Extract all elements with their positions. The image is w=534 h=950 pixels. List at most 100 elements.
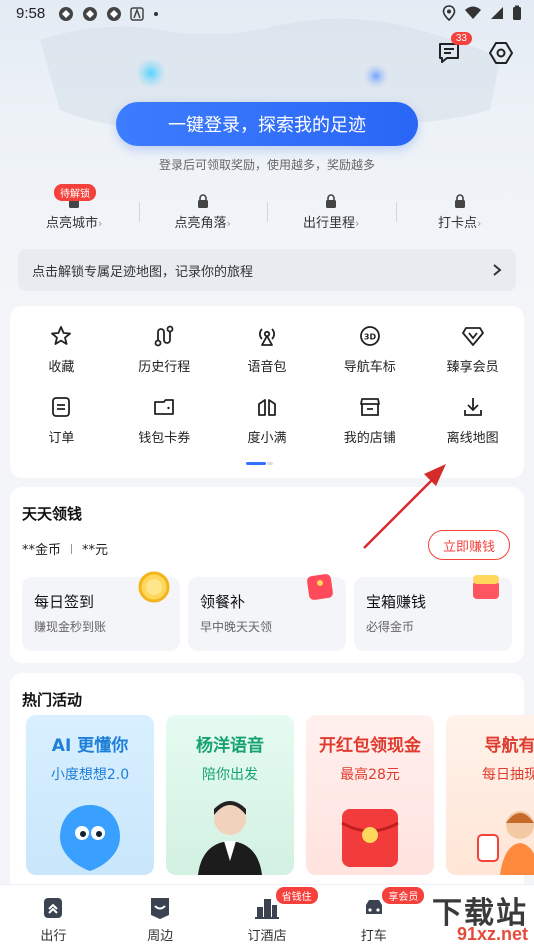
lock-icon: [326, 194, 337, 208]
task-treasure-box[interactable]: 宝箱赚钱 必得金币: [354, 575, 512, 651]
travel-icon: [44, 898, 63, 918]
grid-item-label: 订单: [48, 431, 75, 446]
lock-icon: [454, 194, 465, 208]
grid-item-nav-car-icon[interactable]: 3D 导航车标: [318, 324, 421, 375]
promo-title: 杨洋语音: [196, 736, 264, 756]
location-glow: [136, 58, 166, 88]
route-icon: [154, 325, 174, 347]
app-notification-icon: [107, 7, 121, 21]
wallet-icon: [154, 399, 175, 415]
stat-checkin-points[interactable]: 打卡点›: [395, 188, 525, 236]
stat-lit-cities[interactable]: 待解锁 点亮城市›: [10, 184, 139, 236]
stat-label: 打卡点: [438, 216, 478, 231]
red-envelope-icon: [307, 574, 333, 600]
unlock-footprint-banner[interactable]: 点击解锁专属足迹地图，记录你的旅程: [18, 249, 516, 291]
messages-button[interactable]: 33: [434, 32, 472, 68]
grid-item-history-trips[interactable]: 历史行程: [113, 324, 216, 375]
money-balance: **金币 **元: [22, 539, 108, 558]
tab-hotel[interactable]: 省钱住 订酒店: [214, 885, 321, 950]
chevron-right-icon: ›: [477, 217, 482, 230]
grid-item-wallet[interactable]: 钱包卡券: [113, 395, 216, 446]
promo-yangyang-voice[interactable]: 杨洋语音 陪你出发: [166, 715, 294, 875]
red-envelope-icon: [341, 809, 399, 867]
feature-grid-card: 收藏 历史行程 语音包 3D 导航车标 臻享会员 订单 钱包卡券 度小满 我的店…: [10, 306, 524, 478]
stat-label: 点亮角落: [174, 216, 227, 231]
money-title: 天天领钱: [22, 505, 83, 523]
promo-title: 导航有: [484, 736, 534, 756]
grid-item-label: 收藏: [48, 360, 75, 375]
font-notification-icon: [130, 7, 144, 21]
order-icon: [52, 397, 71, 417]
stat-lit-corners[interactable]: 点亮角落›: [138, 188, 268, 236]
cash-balance: **元: [82, 543, 109, 558]
one-click-login-button[interactable]: 一键登录，探索我的足迹: [116, 102, 418, 146]
save-money-tag: 省钱住: [275, 887, 318, 904]
grid-item-label: 钱包卡券: [138, 431, 191, 446]
app-notification-icon: [83, 7, 97, 21]
promo-subtitle: 陪你出发: [202, 767, 258, 783]
grid-item-voice-pack[interactable]: 语音包: [216, 324, 319, 375]
duxiaoman-icon: [258, 399, 276, 416]
svg-text:3D: 3D: [364, 333, 377, 342]
celebrity-portrait-icon: [198, 801, 262, 875]
app-notification-icon: [59, 7, 73, 21]
stat-travel-mileage[interactable]: 出行里程›: [267, 188, 396, 236]
wifi-icon: [465, 6, 481, 19]
settings-button[interactable]: [486, 38, 516, 68]
money-tasks: 每日签到 赚现金秒到账 领餐补 早中晚天天领 宝箱赚钱 必得金币: [22, 571, 512, 651]
voice-icon: [258, 328, 275, 346]
grid-item-label: 导航车标: [343, 360, 396, 375]
tab-nearby[interactable]: 周边: [107, 885, 214, 950]
chevron-right-icon: ›: [355, 217, 360, 230]
stat-label: 点亮城市: [46, 216, 99, 231]
grid-item-offline-map[interactable]: 离线地图: [421, 395, 524, 446]
grid-item-orders[interactable]: 订单: [10, 395, 113, 446]
status-time: 9:58: [16, 5, 46, 22]
watermark-url: 91xz.net: [456, 924, 528, 944]
footprint-stats: 待解锁 点亮城市› 点亮角落› 出行里程› 打卡点›: [10, 184, 525, 236]
divider: [71, 543, 73, 554]
grid-item-label: 历史行程: [138, 360, 191, 375]
system-icons: [442, 5, 522, 21]
grid-item-label: 离线地图: [446, 431, 499, 446]
hot-events-card: 热门活动 AI 更懂你 小度想想2.0 杨洋语音 陪你出发 开红包领现金 最高2…: [10, 673, 534, 893]
download-icon: [463, 398, 482, 416]
promo-title: 开红包领现金: [319, 736, 421, 756]
grid-item-label: 臻享会员: [446, 360, 499, 375]
coin-balance: **金币: [22, 543, 62, 558]
grid-item-favorites[interactable]: 收藏: [10, 324, 113, 375]
promo-subtitle: 每日抽现: [482, 767, 534, 783]
tab-label: 出行: [40, 929, 67, 944]
signal-icon: [491, 7, 503, 19]
to-unlock-tag: 待解锁: [54, 184, 96, 201]
site-watermark: 下载站 91xz.net: [364, 884, 534, 950]
task-daily-checkin[interactable]: 每日签到 赚现金秒到账: [22, 571, 180, 651]
grid-item-vip[interactable]: 臻享会员: [421, 324, 524, 375]
grid-item-duxiaoman[interactable]: 度小满: [216, 395, 319, 446]
promo-ai-xiaodu[interactable]: AI 更懂你 小度想想2.0: [26, 715, 154, 875]
status-bar: 9:58: [0, 0, 534, 28]
promo-navigation-draw[interactable]: 导航有 每日抽现: [446, 715, 534, 875]
diamond-icon: [461, 327, 484, 346]
promo-red-envelope[interactable]: 开红包领现金 最高28元: [306, 715, 434, 875]
page-indicator-active: [246, 462, 266, 465]
notification-icons: [58, 6, 158, 22]
treasure-box-icon: [473, 575, 499, 599]
task-meal-allowance[interactable]: 领餐补 早中晚天天领: [188, 574, 346, 651]
battery-icon: [513, 5, 521, 20]
3d-icon: 3D: [359, 326, 380, 346]
chevron-right-icon: ›: [98, 217, 103, 230]
grid-item-my-store[interactable]: 我的店铺: [318, 395, 421, 446]
tab-travel[interactable]: 出行: [0, 885, 107, 950]
feature-grid: 收藏 历史行程 语音包 3D 导航车标 臻享会员 订单 钱包卡券 度小满 我的店…: [10, 324, 524, 446]
grid-item-label: 我的店铺: [343, 431, 396, 446]
location-status-icon: [442, 5, 456, 21]
xiaodu-mascot-icon: [60, 805, 120, 871]
star-icon: [51, 326, 72, 345]
more-notifications-dot: [154, 12, 158, 16]
settings-icon: [489, 42, 513, 64]
page: 9:58 33 一键登录，探索我的足迹 登录后可领取奖励，使用越多，奖励越多 待…: [0, 0, 534, 950]
promo-subtitle: 小度想想2.0: [50, 767, 130, 783]
login-hint: 登录后可领取奖励，使用越多，奖励越多: [158, 158, 375, 172]
promo-title: AI 更懂你: [51, 736, 129, 756]
